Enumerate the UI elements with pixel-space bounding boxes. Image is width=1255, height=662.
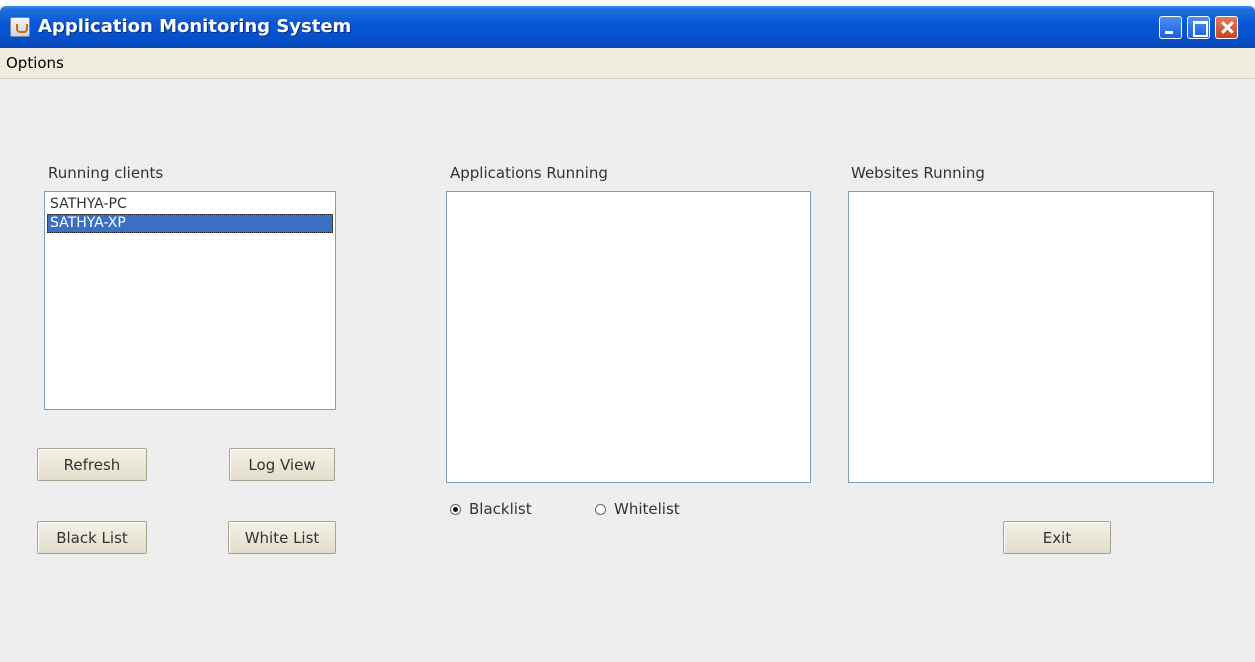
menu-bar: Options [0,48,1255,79]
running-clients-label: Running clients [48,164,164,182]
whitelist-radio-label: Whitelist [614,500,680,518]
websites-running-label: Websites Running [851,164,985,182]
menu-options[interactable]: Options [6,54,64,72]
maximize-icon[interactable] [1187,16,1210,39]
radio-unchecked-icon [595,503,606,515]
applications-list[interactable] [446,191,811,483]
radio-checked-icon [450,503,461,515]
white-list-button[interactable]: White List [228,521,336,554]
log-view-button[interactable]: Log View [229,448,335,481]
java-cup-icon [10,17,30,37]
blacklist-radio[interactable]: Blacklist [450,500,532,518]
blacklist-radio-label: Blacklist [469,500,532,518]
window-title: Application Monitoring System [38,16,352,37]
websites-list[interactable] [848,191,1214,483]
minimize-icon[interactable] [1159,16,1182,39]
close-icon[interactable] [1215,16,1238,39]
client-item-sathya-xp[interactable]: SATHYA-XP [47,214,333,233]
black-list-button[interactable]: Black List [37,521,147,554]
client-item-sathya-pc[interactable]: SATHYA-PC [47,195,333,214]
clients-list[interactable]: SATHYA-PC SATHYA-XP [44,191,336,410]
exit-button[interactable]: Exit [1003,521,1111,554]
application-window: Application Monitoring System Options Ru… [0,6,1255,662]
refresh-button[interactable]: Refresh [37,448,147,481]
title-bar[interactable]: Application Monitoring System [0,6,1255,48]
whitelist-radio[interactable]: Whitelist [595,500,680,518]
applications-running-label: Applications Running [450,164,608,182]
